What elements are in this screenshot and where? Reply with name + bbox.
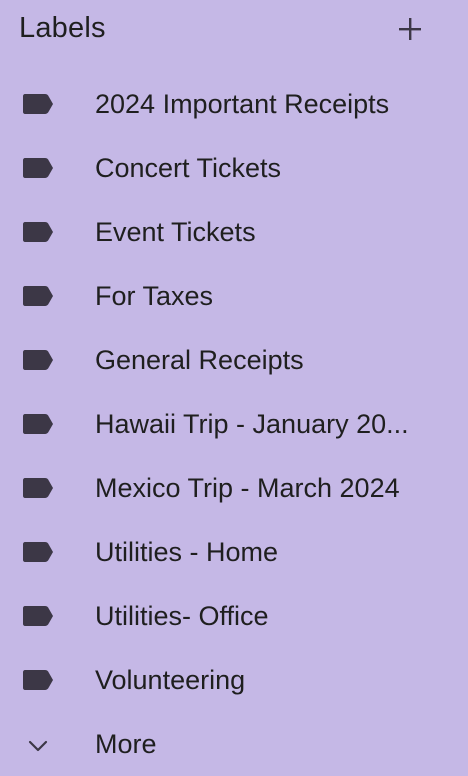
more-button[interactable]: More bbox=[0, 712, 468, 776]
label-item-utilities-office[interactable]: Utilities- Office bbox=[0, 584, 468, 648]
add-label-button[interactable] bbox=[386, 5, 434, 53]
label-name: 2024 Important Receipts bbox=[95, 89, 390, 119]
more-label: More bbox=[95, 729, 157, 759]
chevron-down-icon bbox=[28, 740, 48, 752]
label-icon bbox=[23, 670, 53, 690]
label-item-hawaii-trip[interactable]: Hawaii Trip - January 20... bbox=[0, 392, 468, 456]
label-icon bbox=[23, 478, 53, 498]
label-name: Mexico Trip - March 2024 bbox=[95, 473, 400, 503]
label-item-concert-tickets[interactable]: Concert Tickets bbox=[0, 136, 468, 200]
label-list: 2024 Important Receipts Concert Tickets … bbox=[0, 72, 468, 776]
label-item-2024-important-receipts[interactable]: 2024 Important Receipts bbox=[0, 72, 468, 136]
label-name: Volunteering bbox=[95, 665, 246, 695]
label-item-event-tickets[interactable]: Event Tickets bbox=[0, 200, 468, 264]
label-name: Utilities- Office bbox=[95, 601, 269, 631]
label-icon bbox=[23, 542, 53, 562]
label-name: Hawaii Trip - January 20... bbox=[95, 409, 409, 439]
label-item-utilities-home[interactable]: Utilities - Home bbox=[0, 520, 468, 584]
plus-icon bbox=[399, 18, 421, 40]
labels-header: Labels bbox=[0, 0, 468, 58]
label-item-general-receipts[interactable]: General Receipts bbox=[0, 328, 468, 392]
label-icon bbox=[23, 222, 53, 242]
labels-title: Labels bbox=[19, 12, 106, 44]
label-name: Event Tickets bbox=[95, 217, 256, 247]
label-item-volunteering[interactable]: Volunteering bbox=[0, 648, 468, 712]
label-icon bbox=[23, 94, 53, 114]
label-item-for-taxes[interactable]: For Taxes bbox=[0, 264, 468, 328]
label-icon bbox=[23, 286, 53, 306]
label-name: General Receipts bbox=[95, 345, 304, 375]
label-icon bbox=[23, 606, 53, 626]
label-icon bbox=[23, 350, 53, 370]
label-name: Concert Tickets bbox=[95, 153, 282, 183]
label-name: For Taxes bbox=[95, 281, 214, 311]
label-name: Utilities - Home bbox=[95, 537, 279, 567]
label-item-mexico-trip[interactable]: Mexico Trip - March 2024 bbox=[0, 456, 468, 520]
label-icon bbox=[23, 158, 53, 178]
label-icon bbox=[23, 414, 53, 434]
